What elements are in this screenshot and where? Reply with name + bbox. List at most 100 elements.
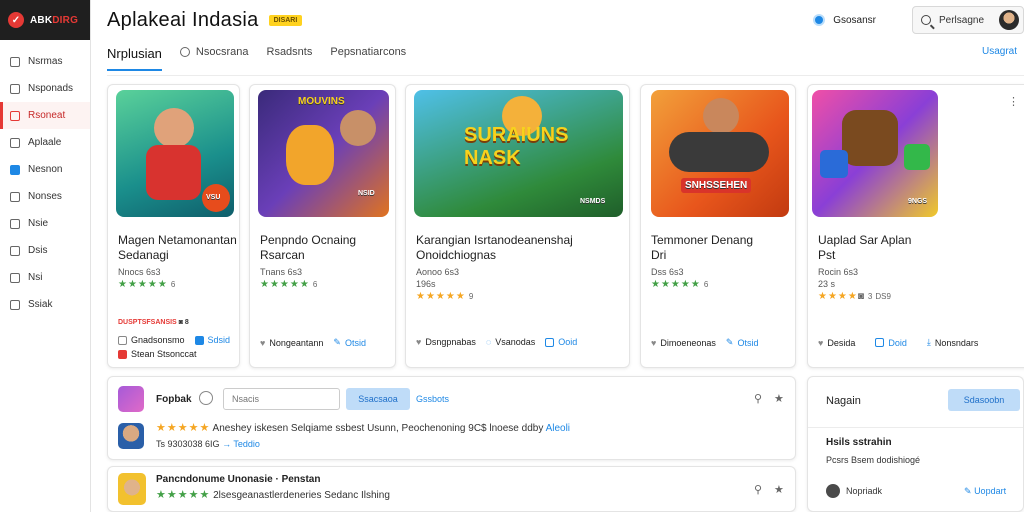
game-card-1[interactable]: MOUVINS NSID Penpndo Ocnaing Rsarcan Tnan…	[249, 84, 396, 368]
card-actions: ♥ Nongeantann ✎ Otsid	[250, 337, 395, 348]
action-2[interactable]: Doid	[875, 338, 907, 348]
brand-icon: ✓	[8, 12, 24, 28]
action-3[interactable]: Stean Stsonccat	[118, 349, 197, 359]
card-title: Karangian Isrtanodeanenshaj Onoidchiognas	[416, 233, 573, 262]
action-3[interactable]: Ooid	[545, 337, 577, 347]
rating-stars: ★★★★★ 6	[260, 279, 318, 290]
side-panel-link[interactable]: ✎ Uopdart	[964, 486, 1006, 497]
pin-icon[interactable]: ⚲	[754, 483, 762, 496]
card-meta: Nnocs 6s3	[118, 267, 161, 277]
card-meta-2: 196s	[416, 279, 436, 289]
tab-bar-link[interactable]: Usagrat	[982, 46, 1017, 57]
filter-input[interactable]	[223, 388, 340, 410]
search-input[interactable]: Perlsagne	[912, 6, 1024, 34]
rating-stars: ★★★★◙ 3 DS9	[818, 291, 891, 302]
tab-label: Nsocsrana	[195, 46, 249, 58]
review-line: ★★★★★ Aneshey iskesen Selqiame ssbest Us…	[156, 422, 571, 434]
side-panel-user: Nopriadk	[846, 486, 883, 496]
action-2[interactable]: ◌ Vsanodas	[486, 337, 535, 347]
heart-icon: ♥	[818, 337, 824, 348]
action-2[interactable]: Sdsid	[194, 335, 230, 345]
sidebar-item-2[interactable]: Rsoneat	[0, 102, 90, 129]
game-card-4[interactable]: 9NGS ⋮ Uaplad Sar Aplan Pst Rocin 6s3 23 …	[807, 84, 1024, 368]
game-card-3[interactable]: SNHSSEHEN Temmoner Denang Dri Dss 6s3 ★★★…	[640, 84, 796, 368]
submit-button[interactable]: Ssacsaoa	[346, 388, 410, 410]
tab-2[interactable]: Rsadsnts	[267, 46, 313, 66]
user-avatar	[826, 484, 840, 498]
sidebar-item-6[interactable]: Nsie	[0, 210, 90, 237]
card-meta: Dss 6s3	[651, 267, 684, 277]
card-title: Temmoner Denang Dri	[651, 233, 754, 262]
action-1[interactable]: ♥ Dimoeneonas	[651, 338, 716, 348]
tab-1[interactable]: Nsocsrana	[179, 46, 249, 66]
app-icon	[118, 386, 144, 412]
sidebar-item-label: Dsis	[28, 245, 48, 256]
side-panel-title: Nagain	[826, 395, 861, 407]
document-icon	[10, 218, 20, 229]
action-1[interactable]: ♥ Dsngpnabas	[416, 337, 476, 347]
side-panel-button[interactable]: Sdasoobn	[948, 389, 1020, 411]
tab-3[interactable]: Pepsnatiarcons	[330, 46, 406, 66]
list-icon	[10, 191, 20, 202]
tab-bar: Nrplusian Nsocsrana Rsadsnts Pepsnatiarc…	[107, 46, 1024, 76]
sidebar-item-9[interactable]: Ssiak	[0, 291, 90, 318]
doc-icon	[194, 335, 204, 345]
action-2[interactable]: ✎ Otsid	[333, 337, 366, 348]
rating-stars: ★★★★★ 6	[118, 279, 176, 290]
brand-logo[interactable]: ✓ ABKDIRG	[0, 0, 90, 40]
action-3[interactable]: ⤓ Nonsndars	[927, 337, 979, 348]
tab-label: Rsadsnts	[266, 46, 313, 58]
action-1[interactable]: Gnadsonsmo	[118, 335, 185, 345]
card-meta: Tnans 6s3	[260, 267, 303, 277]
star-icon[interactable]: ★	[774, 483, 784, 496]
brand-name: ABKDIRG	[30, 14, 79, 26]
action-1[interactable]: ♥ Nongeantann	[260, 338, 323, 348]
fire-icon	[118, 349, 127, 359]
card-actions: ♥ Dsngpnabas ◌ Vsanodas Ooid	[406, 337, 629, 347]
game-card-2[interactable]: SURAIUNS NASK NSMDS Karangian Isrtanodea…	[405, 84, 630, 368]
page-title: Aplakeai Indasia	[107, 8, 259, 31]
game-card-0[interactable]: VSU Magen Netamonantan Sedanagi Nnocs 6s3…	[107, 84, 240, 368]
tab-0[interactable]: Nrplusian	[107, 46, 162, 71]
sidebar-item-3[interactable]: Aplaale	[0, 129, 90, 156]
user-avatar	[118, 423, 144, 449]
sidebar-item-1[interactable]: Nsponads	[0, 75, 90, 102]
card-title: Uaplad Sar Aplan Pst	[818, 233, 912, 262]
game-thumbnail: SNHSSEHEN	[651, 90, 789, 217]
header-link[interactable]: Gsosansr	[813, 14, 876, 26]
sidebar-item-5[interactable]: Nonses	[0, 183, 90, 210]
download-icon: ⤓	[926, 337, 931, 347]
card-actions: ♥ Dimoeneonas ✎ Otsid	[641, 337, 795, 348]
chat-icon	[179, 47, 190, 57]
heart-icon: ♥	[416, 337, 422, 347]
refresh-icon: ◌	[485, 337, 492, 347]
sidebar-item-label: Nonses	[28, 191, 62, 202]
sidebar-item-8[interactable]: Nsi	[0, 264, 90, 291]
pencil-icon: ✎	[725, 337, 734, 347]
game-art-title: SURAIUNS NASK	[464, 124, 569, 169]
card-grid: VSU Magen Netamonantan Sedanagi Nnocs 6s3…	[107, 84, 1024, 368]
avatar[interactable]	[999, 10, 1019, 30]
panel-link[interactable]: Gssbots	[416, 394, 449, 404]
star-icon[interactable]: ★	[774, 392, 784, 405]
search-icon	[921, 15, 931, 25]
pencil-icon: ✎	[333, 337, 341, 347]
action-2[interactable]: ✎ Otsid	[726, 337, 759, 348]
info-icon[interactable]	[199, 391, 213, 405]
heart-icon: ♥	[260, 337, 266, 348]
sidebar-item-label: Ssiak	[28, 299, 53, 310]
rating-stars: ★★★★★	[156, 489, 211, 501]
pin-icon[interactable]: ⚲	[754, 392, 762, 405]
header-link-label: Gsosansr	[833, 14, 876, 26]
sidebar-item-0[interactable]: Nsrmas	[0, 48, 90, 75]
search-text: Perlsagne	[939, 14, 985, 26]
pencil-icon	[10, 245, 20, 256]
action-1[interactable]: ♥ Desida	[818, 338, 855, 348]
save-icon	[118, 335, 127, 345]
more-options-icon[interactable]: ⋮	[1008, 95, 1019, 108]
card-title: Penpndo Ocnaing Rsarcan	[260, 233, 357, 262]
doc-icon	[545, 337, 555, 347]
sidebar-item-4[interactable]: Nesnon	[0, 156, 90, 183]
divider	[808, 427, 1023, 428]
sidebar-item-7[interactable]: Dsis	[0, 237, 90, 264]
